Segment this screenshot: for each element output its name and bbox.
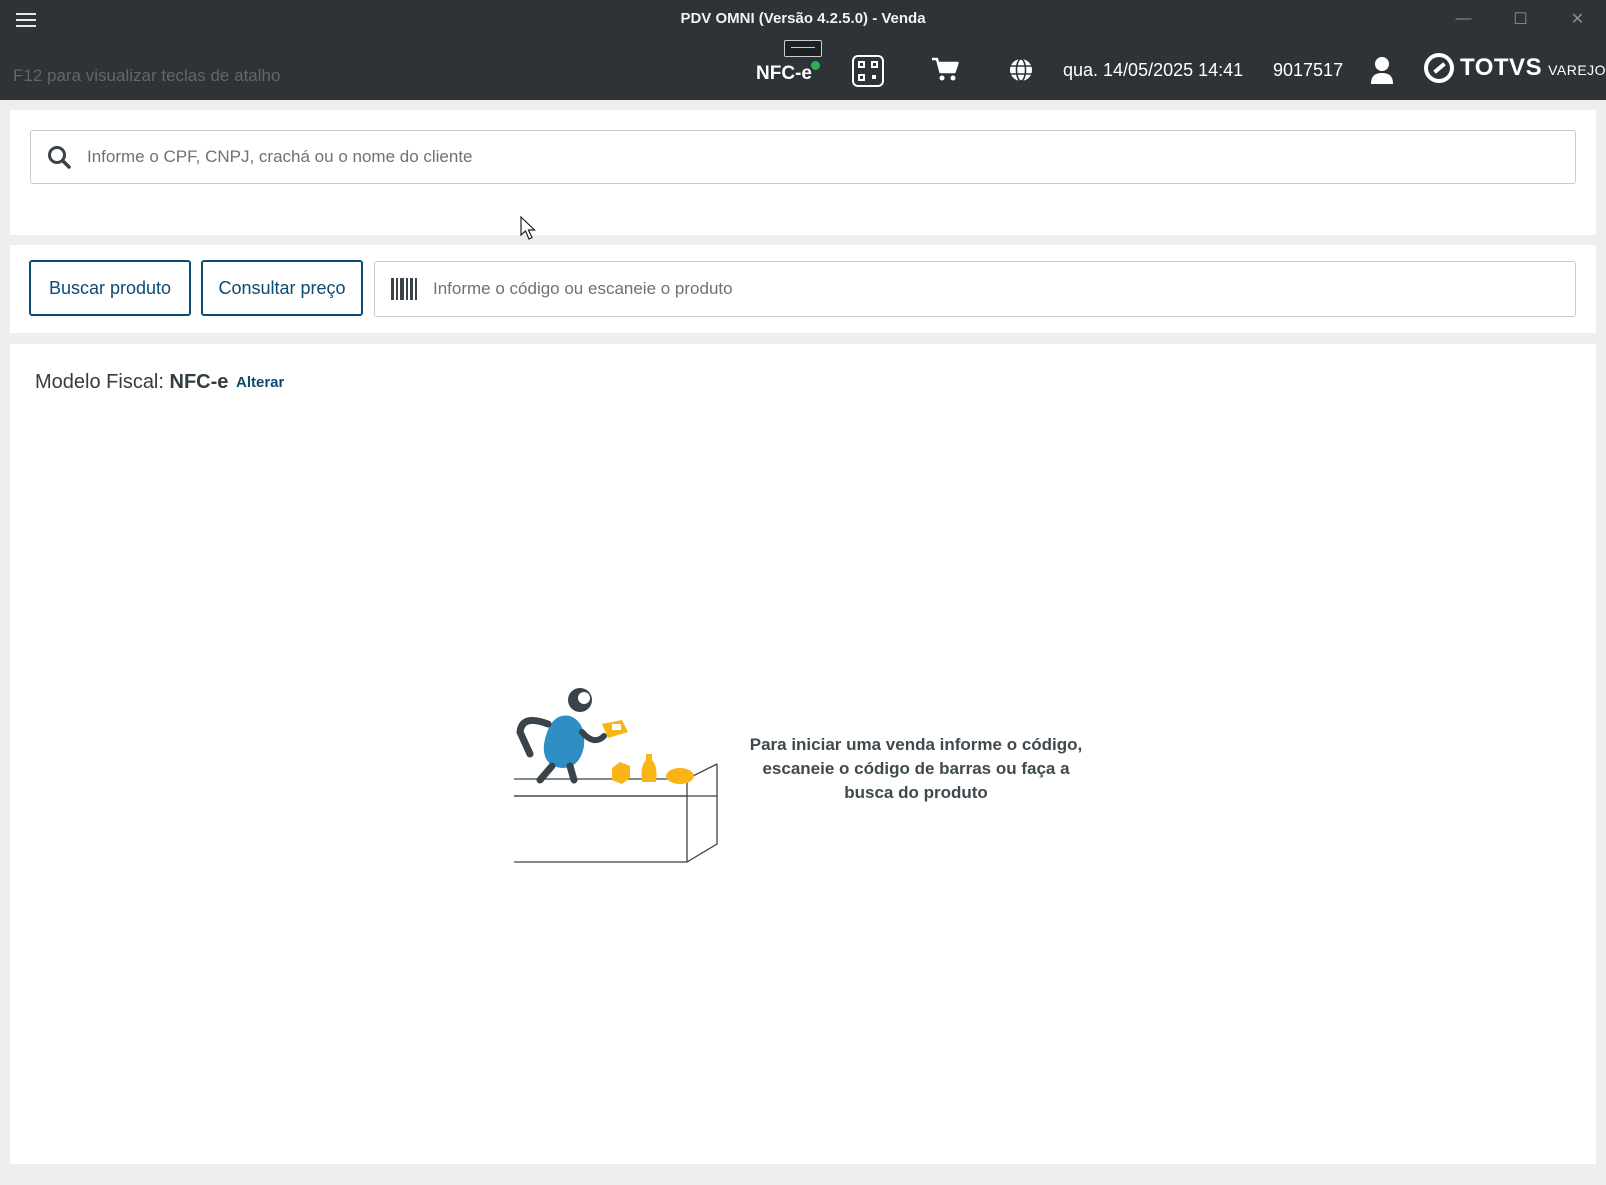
window-controls: — ☐ ✕ (1435, 0, 1606, 38)
fiscal-model-label: Modelo Fiscal: (35, 371, 164, 393)
cart-icon[interactable] (931, 57, 959, 83)
user-icon[interactable] (1371, 56, 1393, 84)
mouse-pointer-icon (520, 216, 536, 240)
shortcut-hint: F12 para visualizar teclas de atalho (13, 66, 281, 85)
globe-icon[interactable] (1008, 57, 1034, 83)
logo-subtext: VAREJO (1548, 62, 1606, 78)
product-panel: Buscar produto Consultar preço Informe o… (10, 245, 1596, 333)
qr-code-icon[interactable] (852, 55, 884, 87)
fiscal-device-label: NFC-e (756, 63, 812, 84)
change-fiscal-model-link[interactable]: Alterar (236, 374, 284, 391)
totvs-logo: TOTVS VAREJO (1424, 53, 1606, 83)
status-indicator (811, 61, 820, 70)
fiscal-device-status[interactable]: NFC-e (756, 40, 824, 86)
maximize-button[interactable]: ☐ (1492, 0, 1549, 38)
printer-icon (784, 40, 822, 57)
store-code: 9017517 (1273, 60, 1344, 80)
empty-sale-illustration (514, 688, 718, 863)
sale-panel: Modelo Fiscal: NFC-e Alterar Para inicia… (10, 344, 1596, 1164)
window-title: PDV OMNI (Versão 4.2.5.0) - Venda (680, 10, 926, 27)
customer-search-placeholder: Informe o CPF, CNPJ, crachá ou o nome do… (87, 147, 473, 166)
search-product-button[interactable]: Buscar produto (29, 260, 191, 316)
logo-mark-icon (1424, 53, 1454, 83)
search-icon (48, 146, 71, 169)
product-code-placeholder: Informe o código ou escaneie o produto (433, 279, 733, 298)
logo-text: TOTVS (1460, 54, 1543, 81)
fiscal-model-value: NFC-e (169, 371, 229, 393)
barcode-icon (391, 278, 417, 300)
product-code-input[interactable]: Informe o código ou escaneie o produto (374, 261, 1576, 317)
check-price-button[interactable]: Consultar preço (201, 260, 363, 316)
datetime: qua. 14/05/2025 14:41 (1063, 60, 1244, 80)
app-header: PDV OMNI (Versão 4.2.5.0) - Venda — ☐ ✕ … (0, 0, 1606, 100)
customer-search-input[interactable]: Informe o CPF, CNPJ, crachá ou o nome do… (30, 130, 1576, 184)
close-button[interactable]: ✕ (1549, 0, 1606, 38)
minimize-button[interactable]: — (1435, 0, 1492, 38)
empty-sale-message: Para iniciar uma venda informe o código,… (749, 735, 1083, 802)
customer-panel: Informe o CPF, CNPJ, crachá ou o nome do… (10, 110, 1596, 235)
fiscal-model: Modelo Fiscal: NFC-e (35, 371, 228, 394)
